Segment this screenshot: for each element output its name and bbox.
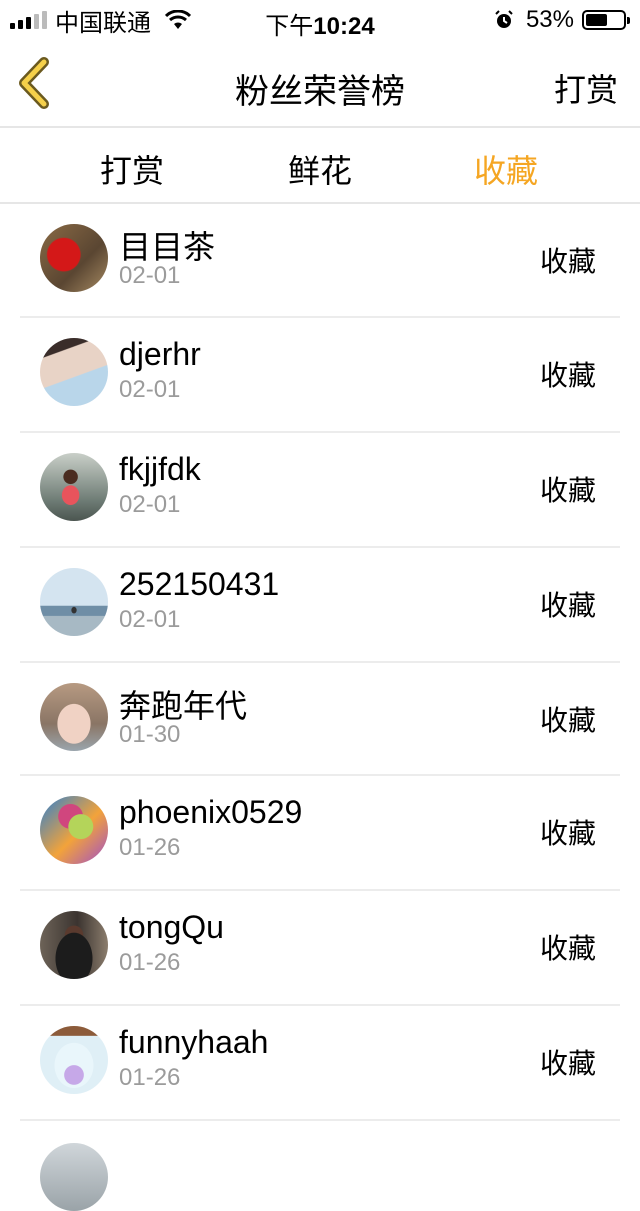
tab-tips[interactable]: 打赏 — [62, 146, 202, 192]
tab-bar: 打赏 鲜花 收藏 — [0, 128, 640, 204]
user-name: 252150431 — [119, 566, 280, 602]
date-text: 02-01 — [119, 262, 181, 289]
user-name: fkjjfdk — [119, 451, 201, 487]
date-text: 02-01 — [119, 491, 181, 518]
date-text: 01-26 — [119, 1064, 181, 1091]
tab-favorites[interactable]: 收藏 — [436, 146, 576, 192]
date-text: 01-26 — [119, 949, 181, 976]
avatar — [40, 911, 108, 979]
list-item[interactable]: 252150431 02-01 收藏 — [20, 548, 620, 663]
avatar — [40, 1026, 108, 1094]
navigation-bar: 粉丝荣誉榜 打赏 — [0, 40, 640, 128]
list-item[interactable] — [20, 1121, 620, 1211]
tab-flowers[interactable]: 鲜花 — [250, 146, 390, 192]
fan-list: 目目茶 02-01 收藏 djerhr 02-01 收藏 fkjjfdk 02-… — [0, 204, 640, 1211]
tip-button[interactable]: 打赏 — [554, 65, 618, 111]
status-right: 53% — [494, 6, 630, 34]
avatar — [40, 224, 108, 292]
avatar — [40, 683, 108, 751]
page-title: 粉丝荣誉榜 — [235, 73, 405, 111]
date-text: 02-01 — [119, 606, 181, 633]
list-item[interactable]: tongQu 01-26 收藏 — [20, 891, 620, 1006]
list-item[interactable]: phoenix0529 01-26 收藏 — [20, 776, 620, 891]
date-text: 01-26 — [119, 834, 181, 861]
status-bar: 中国联通 下午10:24 53% — [0, 0, 640, 40]
user-name: funnyhaah — [119, 1024, 269, 1060]
type-label: 收藏 — [539, 246, 596, 277]
type-label: 收藏 — [539, 475, 596, 506]
user-name: tongQu — [119, 909, 224, 945]
avatar — [40, 568, 108, 636]
list-item[interactable]: djerhr 02-01 收藏 — [20, 318, 620, 433]
list-item[interactable]: 目目茶 02-01 收藏 — [20, 204, 620, 318]
list-item[interactable]: fkjjfdk 02-01 收藏 — [20, 433, 620, 548]
date-text: 01-30 — [119, 721, 181, 748]
battery-icon — [582, 10, 630, 30]
alarm-icon — [495, 10, 513, 28]
list-item[interactable]: funnyhaah 01-26 收藏 — [20, 1006, 620, 1121]
list-item[interactable]: 奔跑年代 01-30 收藏 — [20, 663, 620, 776]
type-label: 收藏 — [539, 818, 596, 849]
avatar — [40, 1143, 108, 1211]
user-name: phoenix0529 — [119, 794, 303, 830]
avatar — [40, 453, 108, 521]
type-label: 收藏 — [539, 933, 596, 964]
time-prefix: 下午 — [265, 13, 314, 40]
battery-percent: 53% — [525, 6, 574, 33]
type-label: 收藏 — [539, 1048, 596, 1079]
type-label: 收藏 — [539, 590, 596, 621]
type-label: 收藏 — [539, 705, 596, 736]
time-value: 10:24 — [313, 13, 375, 40]
date-text: 02-01 — [119, 376, 181, 403]
avatar — [40, 338, 108, 406]
type-label: 收藏 — [539, 360, 596, 391]
user-name: djerhr — [119, 336, 201, 372]
avatar — [40, 796, 108, 864]
